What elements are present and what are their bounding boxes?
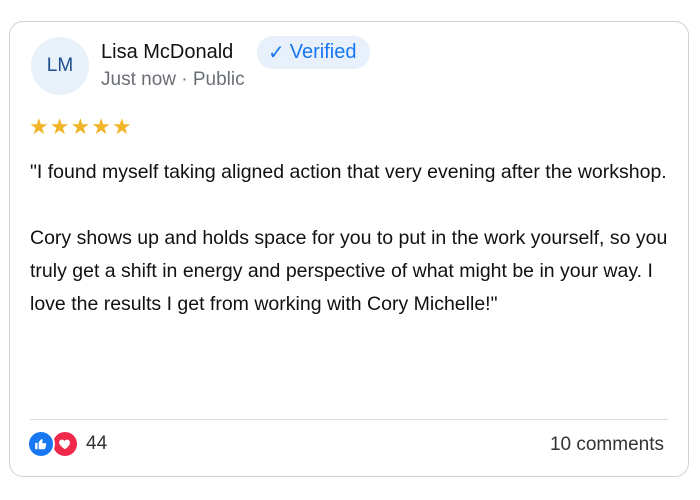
star-icon: ★ bbox=[91, 114, 111, 139]
avatar-initials: LM bbox=[46, 55, 74, 76]
post-meta: Just now · Public bbox=[101, 69, 245, 90]
reaction-count: 44 bbox=[86, 433, 108, 454]
comments-link[interactable]: 10 comments bbox=[550, 434, 664, 456]
check-icon: ✓ bbox=[268, 41, 285, 64]
divider bbox=[30, 419, 668, 420]
star-icon: ★ bbox=[29, 114, 49, 139]
star-icon: ★ bbox=[70, 114, 91, 139]
verified-label: Verified bbox=[289, 41, 357, 63]
star-rating: ★ ★ ★ ★ ★ bbox=[29, 116, 132, 138]
like-icon bbox=[27, 430, 55, 458]
review-paragraph: "I found myself taking aligned action th… bbox=[30, 161, 667, 183]
review-text: "I found myself taking aligned action th… bbox=[30, 156, 670, 321]
star-icon: ★ bbox=[111, 114, 132, 139]
avatar[interactable]: LM bbox=[31, 37, 89, 95]
author-name[interactable]: Lisa McDonald bbox=[101, 41, 233, 64]
heart-icon bbox=[51, 430, 79, 458]
star-icon: ★ bbox=[49, 114, 70, 139]
verified-badge: ✓ Verified bbox=[257, 36, 371, 69]
review-card: LM Lisa McDonald ✓ Verified Just now · P… bbox=[9, 21, 689, 477]
review-paragraph: Cory shows up and holds space for you to… bbox=[30, 227, 668, 315]
reactions-summary[interactable]: 44 bbox=[27, 430, 107, 458]
